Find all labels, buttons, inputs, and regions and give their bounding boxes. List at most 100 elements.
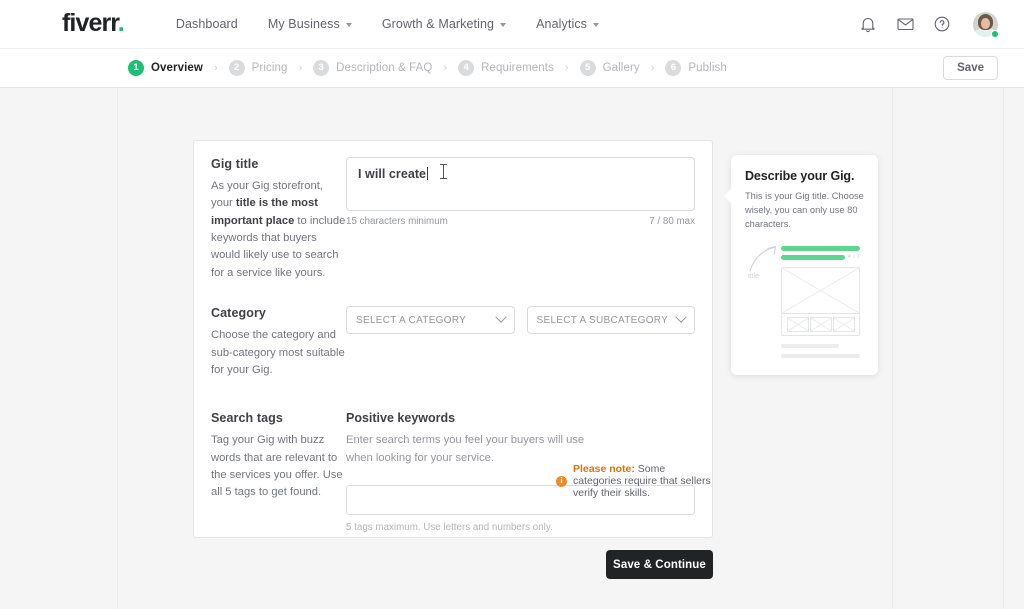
wireframe-counter: 4 / 7 bbox=[848, 253, 861, 260]
step-number: 1 bbox=[128, 60, 144, 76]
image-placeholder-icon bbox=[833, 318, 854, 332]
wireframe-thumbnail bbox=[786, 317, 809, 333]
curved-arrow-icon bbox=[749, 245, 777, 272]
section-description: As your Gig storefront, your title is th… bbox=[211, 178, 346, 282]
envelope-icon[interactable] bbox=[896, 15, 914, 33]
gig-title-input-column: I will create 15 characters minimum 7 / … bbox=[346, 157, 712, 282]
step-number: 4 bbox=[458, 60, 475, 76]
tooltip-description: This is your Gig title. Choose wisely, y… bbox=[745, 191, 864, 229]
image-placeholder-icon bbox=[787, 318, 808, 332]
nav-links: Dashboard My Business Growth & Marketing… bbox=[176, 17, 600, 31]
step-label: Overview bbox=[151, 62, 203, 74]
step-separator-icon: › bbox=[443, 61, 448, 74]
save-and-continue-button[interactable]: Save & Continue bbox=[606, 550, 713, 579]
step-item-requirements[interactable]: 4 Requirements bbox=[458, 60, 554, 76]
info-icon: i bbox=[556, 475, 567, 487]
wireframe-main-image bbox=[782, 267, 859, 314]
step-separator-icon: › bbox=[650, 61, 655, 74]
step-item-pricing[interactable]: 2 Pricing bbox=[228, 60, 288, 76]
chevron-down-icon bbox=[500, 23, 507, 27]
bell-icon[interactable] bbox=[859, 15, 877, 33]
tooltip-title: Describe your Gig. bbox=[745, 169, 855, 183]
note-label: Please note: bbox=[573, 463, 635, 475]
logo-dot: . bbox=[117, 8, 125, 37]
category-description-column: Category Choose the category and sub-cat… bbox=[194, 306, 346, 379]
mouse-ibeam-cursor-icon bbox=[440, 164, 447, 179]
gig-title-meta: 15 characters minimum 7 / 80 max bbox=[346, 216, 695, 227]
section-description: Tag your Gig with buzz words that are re… bbox=[211, 434, 343, 499]
step-item-overview[interactable]: 1 Overview bbox=[128, 60, 203, 76]
nav-actions bbox=[859, 11, 999, 38]
step-separator-icon: › bbox=[298, 61, 303, 74]
section-title: Search tags bbox=[211, 411, 283, 426]
step-label: Publish bbox=[688, 62, 727, 74]
logo-text: fiverr bbox=[62, 8, 119, 37]
step-number: 5 bbox=[579, 60, 596, 76]
nav-item-growth-marketing[interactable]: Growth & Marketing bbox=[381, 17, 507, 31]
chevron-down-icon bbox=[675, 311, 687, 323]
layout-guide bbox=[1003, 88, 1004, 609]
section-description: Choose the category and sub-category mos… bbox=[211, 329, 345, 376]
image-placeholder-icon bbox=[810, 318, 831, 332]
nav-item-my-business[interactable]: My Business bbox=[268, 17, 352, 31]
wireframe-text-line bbox=[781, 343, 839, 348]
step-separator-icon: › bbox=[213, 61, 218, 74]
gig-overview-form-card: Gig title As your Gig storefront, your t… bbox=[193, 140, 713, 538]
step-item-publish[interactable]: 6 Publish bbox=[665, 60, 727, 76]
character-counter: 7 / 80 max bbox=[649, 216, 695, 227]
avatar[interactable] bbox=[973, 11, 999, 38]
nav-item-label: My Business bbox=[267, 17, 340, 31]
nav-item-dashboard[interactable]: Dashboard bbox=[176, 17, 238, 31]
chevron-down-icon bbox=[494, 311, 507, 323]
step-number: 3 bbox=[313, 60, 330, 76]
gig-title-input[interactable]: I will create bbox=[346, 157, 695, 211]
describe-your-gig-tooltip: Describe your Gig. This is your Gig titl… bbox=[723, 155, 878, 375]
wireframe-thumbnail bbox=[832, 317, 855, 333]
nav-item-label: Dashboard bbox=[175, 17, 238, 31]
gig-creation-stepper: 1 Overview › 2 Pricing › 3 Description &… bbox=[0, 48, 1024, 88]
layout-guide bbox=[892, 88, 893, 609]
step-label: Gallery bbox=[602, 62, 640, 74]
fiverr-logo[interactable]: fiverr. bbox=[62, 8, 125, 37]
wireframe-gallery-frame bbox=[781, 266, 860, 336]
wireframe-title-label: title bbox=[748, 272, 759, 280]
avatar-face bbox=[981, 17, 990, 29]
nav-item-analytics[interactable]: Analytics bbox=[536, 17, 600, 31]
online-status-dot bbox=[991, 29, 999, 38]
subcategory-select[interactable]: SELECT A SUBCATEGORY bbox=[526, 306, 695, 335]
text-cursor bbox=[427, 167, 429, 180]
category-select-value: SELECT A CATEGORY bbox=[356, 314, 467, 326]
positive-keywords-title: Positive keywords bbox=[346, 411, 456, 426]
step-label: Pricing bbox=[251, 62, 288, 74]
search-tags-description-column: Search tags Tag your Gig with buzz words… bbox=[194, 411, 346, 533]
help-circle-icon[interactable] bbox=[933, 15, 951, 33]
min-characters-hint: 15 characters minimum bbox=[346, 216, 448, 227]
wireframe-text-line bbox=[781, 353, 860, 358]
page-root: fiverr. Dashboard My Business Growth & M… bbox=[0, 0, 1024, 609]
step-item-gallery[interactable]: 5 Gallery bbox=[579, 60, 640, 76]
form-section-category: Category Choose the category and sub-cat… bbox=[194, 306, 712, 379]
gig-preview-wireframe: title 4 / 7 bbox=[745, 245, 864, 374]
note-text-wrap: Please note: Some categories require tha… bbox=[573, 463, 712, 499]
category-select-column: SELECT A CATEGORY SELECT A SUBCATEGORY bbox=[346, 306, 712, 379]
wireframe-thumbnails bbox=[782, 315, 859, 335]
step-item-description-faq[interactable]: 3 Description & FAQ bbox=[313, 60, 432, 76]
positive-keywords-description: Enter search terms you feel your buyers … bbox=[346, 434, 585, 464]
step-label: Description & FAQ bbox=[336, 62, 433, 74]
category-selects: SELECT A CATEGORY SELECT A SUBCATEGORY bbox=[346, 306, 695, 335]
wireframe-thumbnail bbox=[809, 317, 832, 333]
gig-title-value: I will create bbox=[358, 167, 427, 181]
stepper-items: 1 Overview › 2 Pricing › 3 Description &… bbox=[128, 60, 727, 76]
step-number: 6 bbox=[665, 60, 682, 76]
category-select[interactable]: SELECT A CATEGORY bbox=[346, 306, 515, 335]
wireframe-title-bar bbox=[781, 245, 860, 251]
subcategory-select-value: SELECT A SUBCATEGORY bbox=[536, 314, 669, 326]
chevron-down-icon bbox=[593, 23, 600, 27]
tags-hint: 5 tags maximum. Use letters and numbers … bbox=[346, 521, 553, 533]
form-section-gig-title: Gig title As your Gig storefront, your t… bbox=[194, 157, 712, 282]
section-title: Category bbox=[211, 306, 266, 321]
step-number: 2 bbox=[228, 60, 245, 76]
top-navigation-bar: fiverr. Dashboard My Business Growth & M… bbox=[0, 0, 1024, 48]
save-button[interactable]: Save bbox=[943, 56, 998, 80]
nav-item-label: Growth & Marketing bbox=[381, 17, 495, 31]
